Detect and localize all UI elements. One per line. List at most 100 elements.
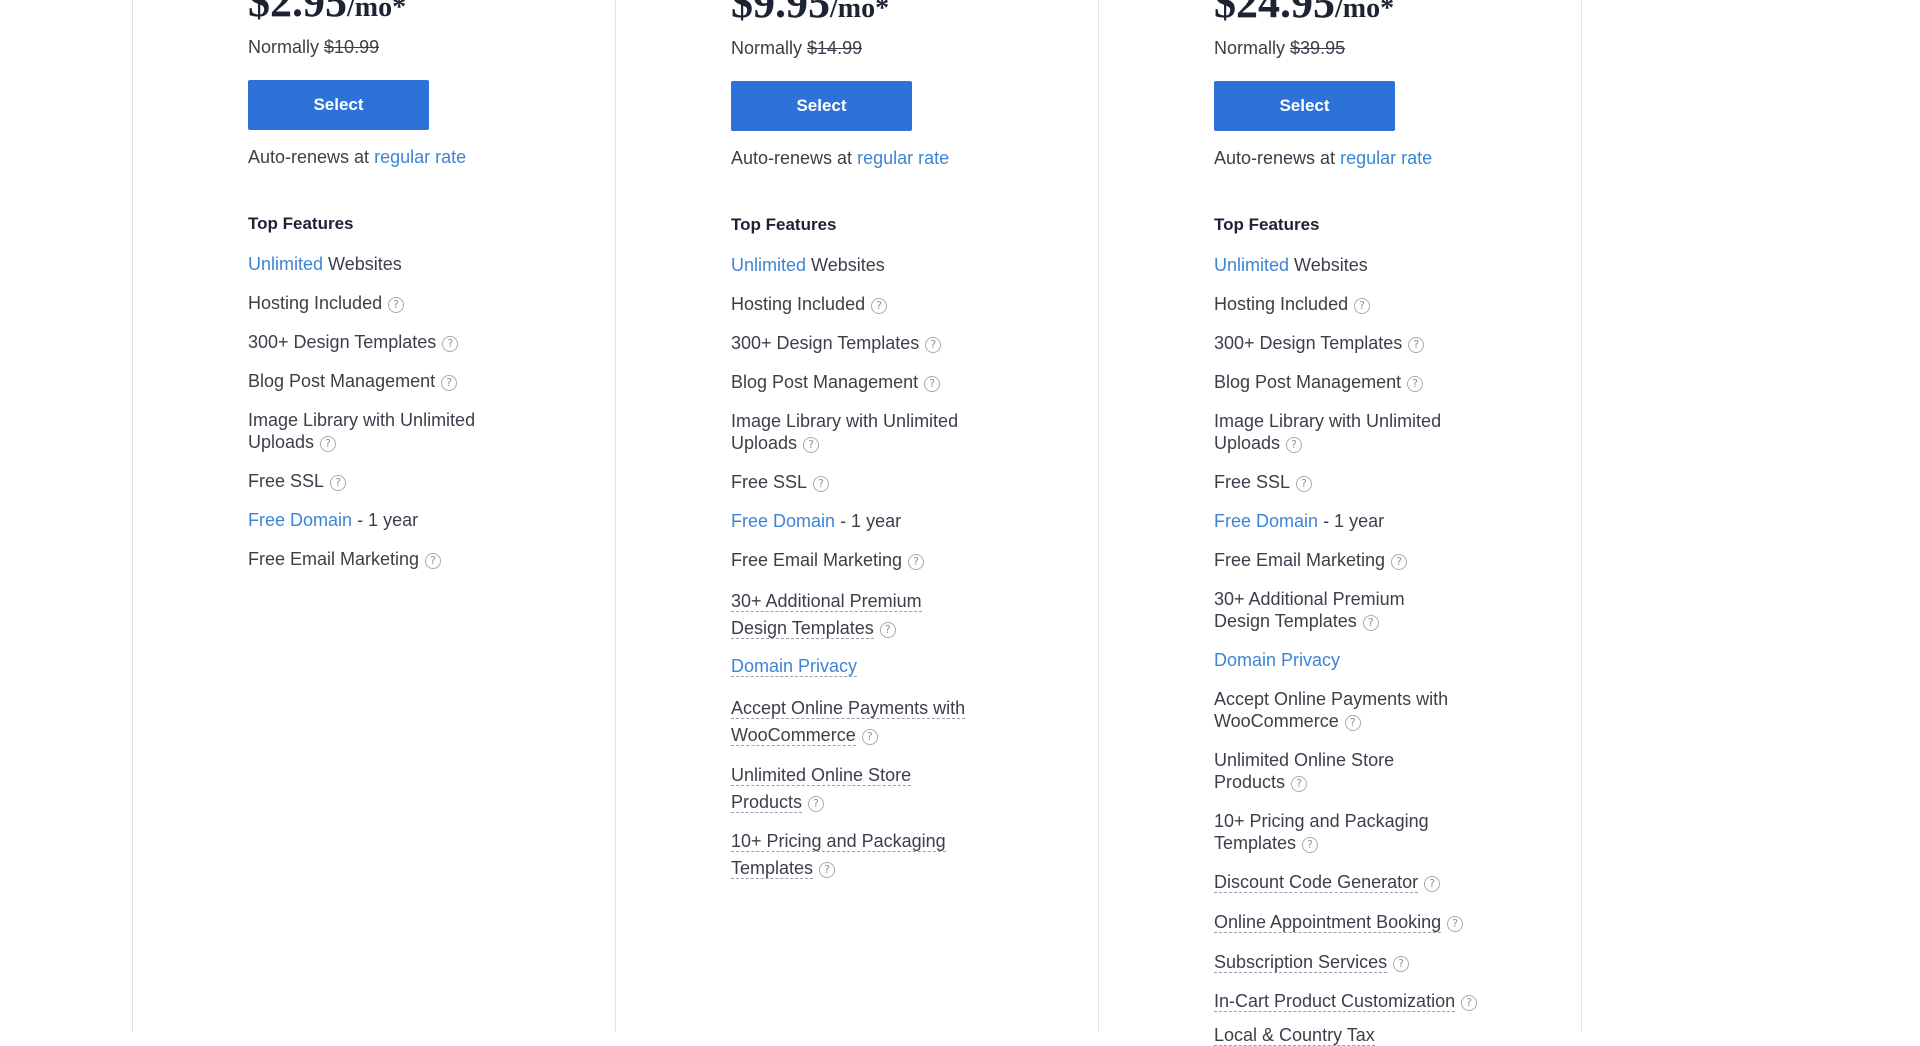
feature-email: Free Email Marketing? bbox=[248, 548, 508, 570]
normal-price-note: Normally $10.99 bbox=[248, 37, 380, 57]
feature-hosting: Hosting Included? bbox=[248, 292, 508, 314]
help-circle-icon[interactable]: ? bbox=[1407, 376, 1424, 392]
feature-unlimited-websites: Unlimited Websites bbox=[1214, 255, 1368, 275]
free-domain-link[interactable]: Free Domain bbox=[1214, 511, 1318, 531]
free-domain-link[interactable]: Free Domain bbox=[248, 510, 352, 530]
feature-woocommerce[interactable]: Accept Online Payments with WooCommerce? bbox=[731, 695, 991, 749]
feature-appointment-booking[interactable]: Online Appointment Booking? bbox=[1214, 911, 1514, 933]
autorenew-note: Auto-renews at regular rate bbox=[248, 147, 467, 167]
old-price: $39.95 bbox=[1290, 38, 1346, 58]
help-circle-icon[interactable]: ? bbox=[1447, 916, 1464, 932]
help-circle-icon[interactable]: ? bbox=[1362, 615, 1379, 631]
feature-hosting: Hosting Included? bbox=[1214, 293, 1474, 315]
top-features-heading: Top Features bbox=[248, 214, 354, 233]
feature-templates: 300+ Design Templates? bbox=[248, 331, 508, 353]
plan-card-commerce: $9.95/mo* Normally $14.99 Select Auto-re… bbox=[616, 0, 1099, 1032]
feature-subscription[interactable]: Subscription Services? bbox=[1214, 951, 1514, 973]
feature-blog: Blog Post Management? bbox=[248, 370, 508, 392]
normal-price-note: Normally $14.99 bbox=[731, 38, 863, 58]
feature-domain: Free Domain - 1 year bbox=[1214, 511, 1385, 531]
plan-card-basic: $2.95/mo* Normally $10.99 Select Auto-re… bbox=[133, 0, 616, 1032]
regular-rate-link[interactable]: regular rate bbox=[857, 148, 949, 168]
feature-store-products[interactable]: Unlimited Online Store Products? bbox=[731, 762, 991, 816]
select-button[interactable]: Select bbox=[248, 80, 429, 130]
help-circle-icon[interactable]: ? bbox=[908, 554, 925, 570]
plan-price: $24.95/mo* bbox=[1214, 0, 1395, 27]
feature-woocommerce: Accept Online Payments with WooCommerce? bbox=[1214, 689, 1449, 731]
help-circle-icon[interactable]: ? bbox=[441, 375, 458, 391]
plan-price: $9.95/mo* bbox=[731, 0, 890, 27]
help-circle-icon[interactable]: ? bbox=[1291, 776, 1308, 792]
help-circle-icon[interactable]: ? bbox=[879, 622, 896, 638]
free-domain-link[interactable]: Free Domain bbox=[731, 511, 835, 531]
unlimited-link[interactable]: Unlimited bbox=[248, 254, 323, 274]
help-circle-icon[interactable]: ? bbox=[819, 862, 836, 878]
feature-pricing-templates: 10+ Pricing and Packaging Templates? bbox=[1214, 811, 1429, 853]
help-circle-icon[interactable]: ? bbox=[1408, 337, 1425, 353]
help-circle-icon[interactable]: ? bbox=[425, 553, 442, 569]
feature-premium-templates: 30+ Additional Premium Design Templates? bbox=[1214, 589, 1405, 631]
feature-pricing-templates[interactable]: 10+ Pricing and Packaging Templates? bbox=[731, 828, 991, 882]
help-circle-icon[interactable]: ? bbox=[1461, 995, 1478, 1011]
help-circle-icon[interactable]: ? bbox=[1344, 715, 1361, 731]
pricing-columns: $2.95/mo* Normally $10.99 Select Auto-re… bbox=[132, 0, 1582, 1046]
help-circle-icon[interactable]: ? bbox=[1424, 876, 1441, 892]
help-circle-icon[interactable]: ? bbox=[1286, 437, 1303, 453]
help-circle-icon[interactable]: ? bbox=[330, 475, 347, 491]
help-circle-icon[interactable]: ? bbox=[808, 796, 825, 812]
feature-store-products: Unlimited Online Store Products? bbox=[1214, 750, 1395, 792]
help-circle-icon[interactable]: ? bbox=[1393, 956, 1410, 972]
feature-image-library: Image Library with Unlimited Uploads? bbox=[248, 410, 476, 452]
plan-price: $2.95/mo* bbox=[248, 0, 407, 26]
unlimited-link[interactable]: Unlimited bbox=[1214, 255, 1289, 275]
feature-in-cart-customization[interactable]: In-Cart Product Customization? bbox=[1214, 990, 1514, 1012]
feature-image-library: Image Library with Unlimited Uploads? bbox=[1214, 411, 1442, 453]
help-circle-icon[interactable]: ? bbox=[813, 476, 830, 492]
plan-card-pro: $24.95/mo* Normally $39.95 Select Auto-r… bbox=[1099, 0, 1582, 1046]
help-circle-icon[interactable]: ? bbox=[320, 436, 337, 452]
feature-email: Free Email Marketing? bbox=[731, 549, 991, 571]
feature-unlimited-websites: Unlimited Websites bbox=[248, 254, 402, 274]
help-circle-icon[interactable]: ? bbox=[803, 437, 820, 453]
feature-ssl: Free SSL? bbox=[1214, 471, 1474, 493]
feature-templates: 300+ Design Templates? bbox=[1214, 332, 1474, 354]
feature-ssl: Free SSL? bbox=[731, 471, 991, 493]
regular-rate-link[interactable]: regular rate bbox=[1340, 148, 1432, 168]
feature-domain: Free Domain - 1 year bbox=[731, 511, 902, 531]
autorenew-note: Auto-renews at regular rate bbox=[731, 148, 950, 168]
help-circle-icon[interactable]: ? bbox=[442, 336, 459, 352]
feature-hosting: Hosting Included? bbox=[731, 293, 991, 315]
feature-unlimited-websites: Unlimited Websites bbox=[731, 255, 885, 275]
normal-price-note: Normally $39.95 bbox=[1214, 38, 1346, 58]
regular-rate-link[interactable]: regular rate bbox=[374, 147, 466, 167]
feature-domain: Free Domain - 1 year bbox=[248, 510, 419, 530]
help-circle-icon[interactable]: ? bbox=[1302, 837, 1319, 853]
top-features-heading: Top Features bbox=[1214, 215, 1320, 234]
help-circle-icon[interactable]: ? bbox=[871, 298, 888, 314]
help-circle-icon[interactable]: ? bbox=[1354, 298, 1371, 314]
help-circle-icon[interactable]: ? bbox=[925, 337, 942, 353]
feature-email: Free Email Marketing? bbox=[1214, 549, 1474, 571]
select-button[interactable]: Select bbox=[731, 81, 912, 131]
top-features-heading: Top Features bbox=[731, 215, 837, 234]
feature-blog: Blog Post Management? bbox=[731, 371, 991, 393]
feature-templates: 300+ Design Templates? bbox=[731, 332, 991, 354]
feature-image-library: Image Library with Unlimited Uploads? bbox=[731, 411, 959, 453]
feature-domain-privacy[interactable]: Domain Privacy bbox=[731, 655, 991, 677]
feature-discount-code[interactable]: Discount Code Generator? bbox=[1214, 871, 1514, 893]
select-button[interactable]: Select bbox=[1214, 81, 1395, 131]
feature-premium-templates[interactable]: 30+ Additional Premium Design Templates? bbox=[731, 588, 991, 642]
help-circle-icon[interactable]: ? bbox=[924, 376, 941, 392]
autorenew-note: Auto-renews at regular rate bbox=[1214, 148, 1433, 168]
feature-blog: Blog Post Management? bbox=[1214, 371, 1474, 393]
old-price: $14.99 bbox=[807, 38, 863, 58]
help-circle-icon[interactable]: ? bbox=[388, 297, 405, 313]
unlimited-link[interactable]: Unlimited bbox=[731, 255, 806, 275]
help-circle-icon[interactable]: ? bbox=[1296, 476, 1313, 492]
old-price: $10.99 bbox=[324, 37, 380, 57]
help-circle-icon[interactable]: ? bbox=[1391, 554, 1408, 570]
feature-local-tax[interactable]: Local & Country Tax bbox=[1214, 1024, 1514, 1046]
help-circle-icon[interactable]: ? bbox=[861, 729, 878, 745]
feature-domain-privacy[interactable]: Domain Privacy bbox=[1214, 649, 1474, 671]
feature-ssl: Free SSL? bbox=[248, 470, 508, 492]
